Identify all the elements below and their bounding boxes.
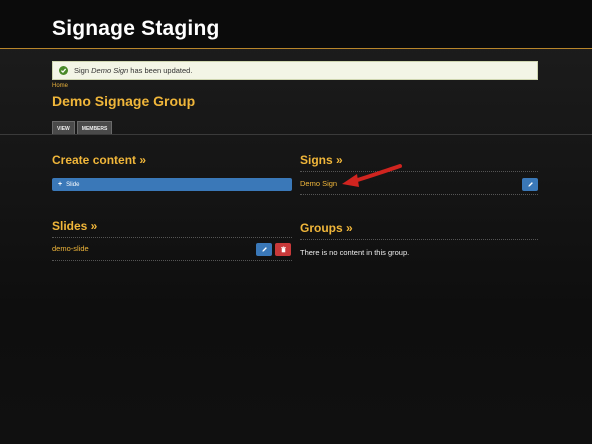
tabs: VIEW MEMBERS: [52, 121, 113, 135]
pencil-icon: [261, 247, 267, 252]
tab-members[interactable]: MEMBERS: [76, 121, 113, 135]
page-title: Demo Signage Group: [52, 93, 196, 109]
signs-title[interactable]: Signs »: [300, 153, 343, 167]
pencil-icon: [527, 182, 533, 187]
groups-divider: [300, 239, 538, 240]
groups-empty-text: There is no content in this group.: [300, 248, 410, 257]
edit-slide-button[interactable]: [256, 243, 272, 256]
status-message: Sign Demo Sign has been updated.: [52, 61, 538, 80]
sign-link-demo-sign[interactable]: Demo Sign: [300, 179, 337, 188]
edit-sign-button[interactable]: [522, 178, 538, 191]
status-suffix: has been updated.: [128, 66, 193, 75]
breadcrumb-home[interactable]: Home: [52, 83, 68, 89]
tabs-divider: [0, 134, 592, 135]
slides-divider: [52, 237, 292, 238]
status-prefix: Sign: [74, 66, 92, 75]
tab-view[interactable]: VIEW: [52, 121, 75, 135]
groups-title[interactable]: Groups »: [300, 221, 353, 235]
signs-bottom-divider: [300, 194, 538, 195]
top-bar: Signage Staging: [0, 0, 592, 49]
plus-icon: +: [58, 181, 63, 188]
trash-icon: [280, 246, 286, 253]
slides-title[interactable]: Slides »: [52, 219, 97, 233]
slides-bottom-divider: [52, 260, 292, 261]
annotation-arrow-icon: [342, 164, 402, 187]
slide-link-demo-slide[interactable]: demo-slide: [52, 244, 89, 253]
status-sign-name: Demo Sign: [91, 66, 129, 75]
add-slide-label: Slide: [66, 181, 80, 188]
create-content-title[interactable]: Create content »: [52, 153, 146, 167]
site-title[interactable]: Signage Staging: [52, 17, 220, 41]
check-icon: [59, 66, 68, 75]
delete-slide-button[interactable]: [275, 243, 291, 256]
signs-divider: [300, 171, 538, 172]
add-slide-button[interactable]: + Slide: [52, 178, 292, 191]
